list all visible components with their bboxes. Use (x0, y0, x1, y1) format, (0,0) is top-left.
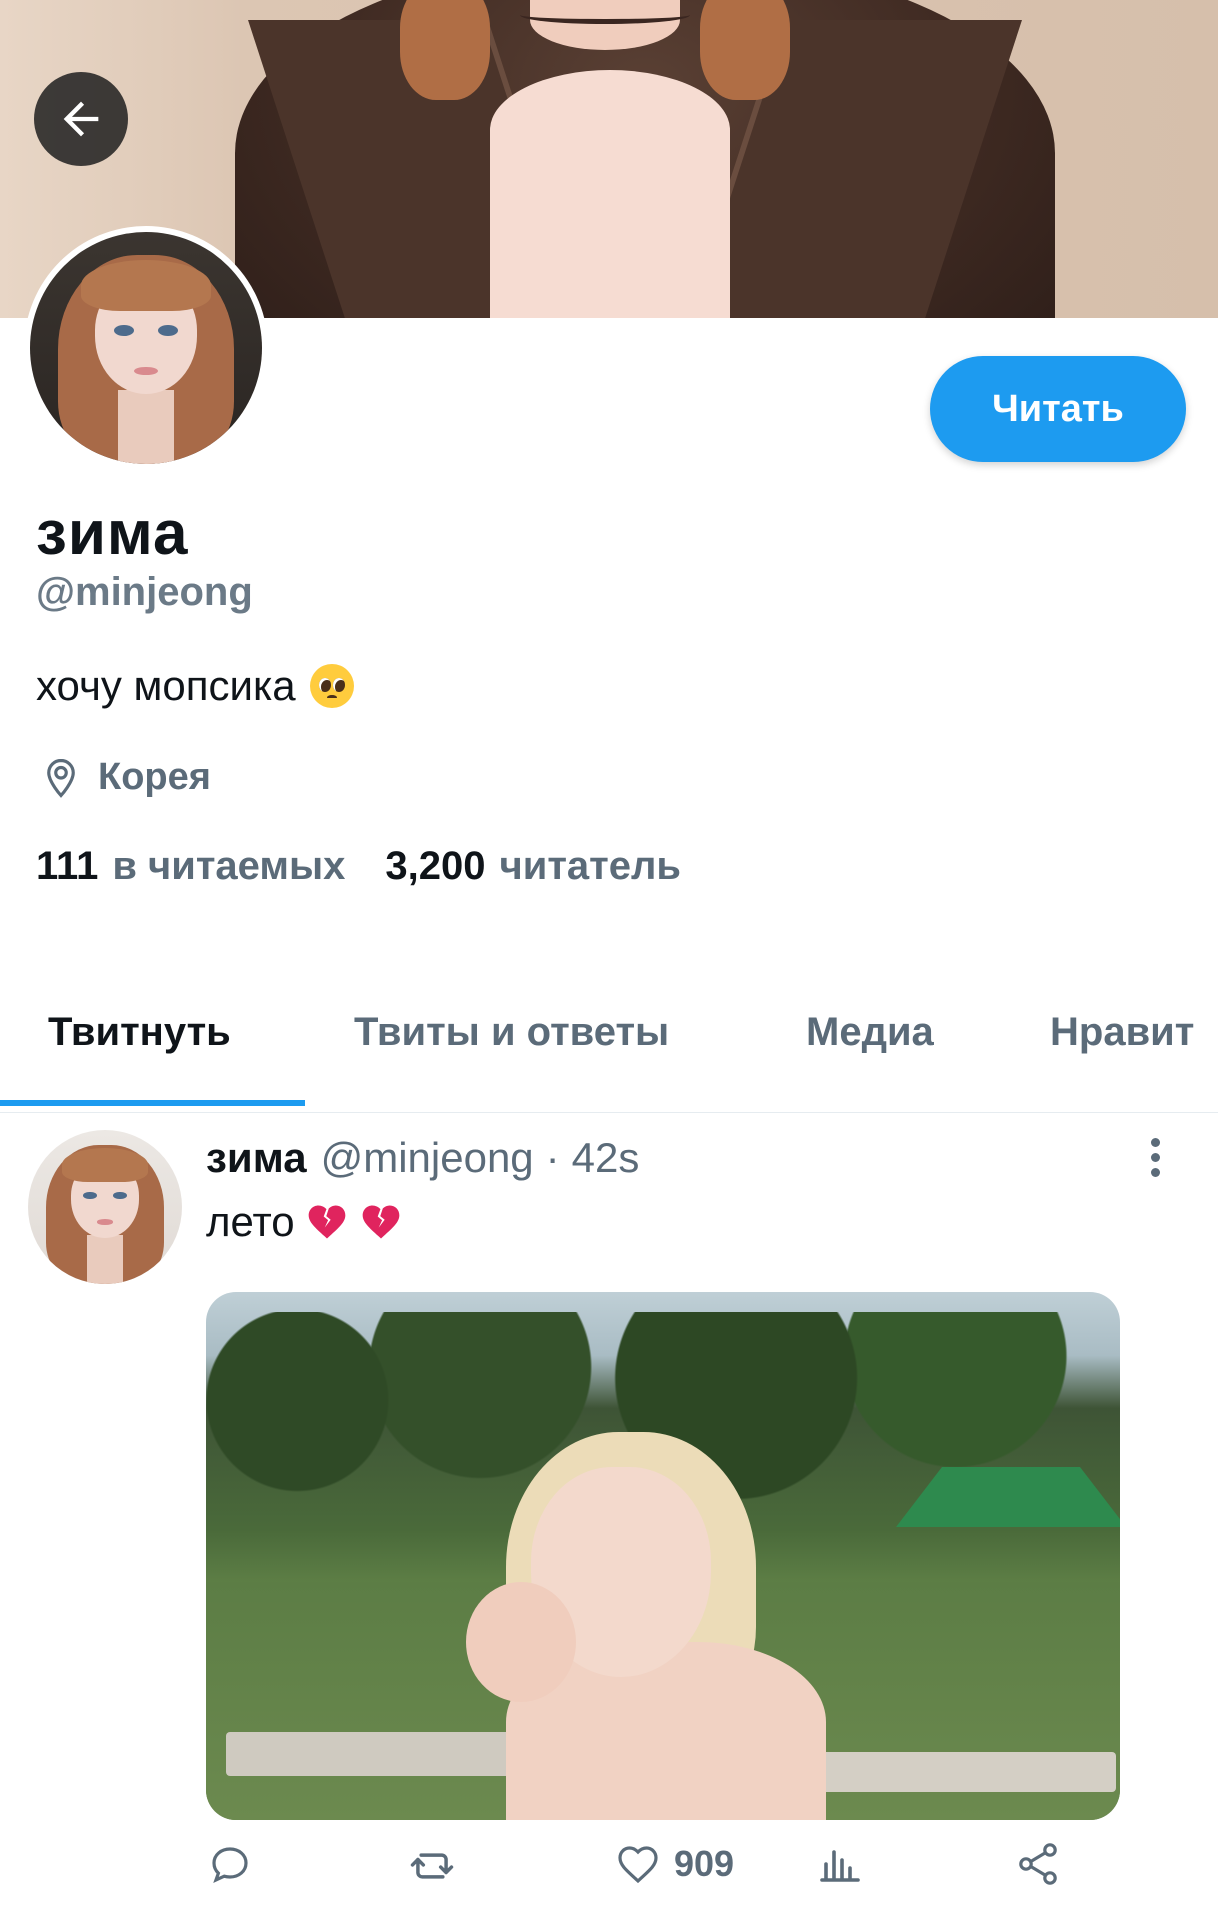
tweet-header: зима @minjeong · 42s (206, 1134, 639, 1182)
share-icon (1019, 1843, 1057, 1885)
tweet-media-image[interactable] (206, 1292, 1120, 1820)
broken-heart-emoji (362, 1205, 399, 1239)
views-button[interactable] (816, 1840, 864, 1888)
avatar-lips (134, 366, 158, 375)
image-person-hand (466, 1582, 576, 1702)
views-icon (820, 1850, 860, 1882)
tweet-author-handle[interactable]: @minjeong (321, 1134, 534, 1182)
image-bench-right (806, 1752, 1116, 1792)
tweet-avatar-lips (97, 1219, 113, 1225)
tweet-actions: 909 (206, 1840, 1086, 1900)
banner-choker (520, 6, 690, 24)
tweet-text: лето (206, 1198, 403, 1246)
back-button[interactable] (34, 72, 128, 166)
follow-button[interactable]: Читать (930, 356, 1186, 462)
retweet-icon (410, 1853, 454, 1879)
profile-bio: хочу мопсика (36, 662, 354, 710)
arrow-left-icon (63, 101, 99, 137)
tab-active-indicator (0, 1100, 305, 1106)
tab-tweets-replies[interactable]: Твиты и ответы (354, 1010, 669, 1055)
banner-hair-left (400, 0, 490, 100)
share-button[interactable] (1014, 1840, 1062, 1888)
tweet-avatar-eye-right (112, 1191, 127, 1200)
tab-media[interactable]: Медиа (806, 1010, 934, 1055)
tweet-text-content: лето (206, 1198, 295, 1245)
tab-likes[interactable]: Нравит (1050, 1010, 1194, 1055)
tweet-author-name[interactable]: зима (206, 1134, 307, 1182)
pleading-face-emoji (309, 664, 354, 708)
followers-label[interactable]: читатель (500, 844, 681, 889)
heart-icon (618, 1846, 658, 1884)
location-pin-icon (47, 758, 75, 798)
followers-count[interactable]: 3,200 (385, 844, 485, 889)
tweet-separator: · (545, 1134, 560, 1181)
profile-location: Корея (40, 756, 211, 799)
avatar-bangs (81, 259, 211, 311)
location-text: Корея (98, 756, 211, 798)
banner-shirt (490, 70, 730, 318)
tweet-time[interactable]: 42s (572, 1134, 640, 1182)
like-count: 909 (674, 1843, 735, 1884)
tweet-avatar-neck (86, 1234, 124, 1284)
tweet-avatar[interactable] (28, 1130, 182, 1284)
like-button[interactable]: 909 (614, 1840, 734, 1888)
bio-text: хочу мопсика (36, 662, 296, 709)
profile-handle: @minjeong (36, 570, 253, 614)
profile-stats: 111 в читаемых 3,200 читатель (36, 844, 721, 889)
tweet-avatar-bangs (61, 1148, 149, 1183)
profile-display-name: зима (36, 499, 189, 568)
tabs-divider (0, 1112, 1218, 1113)
broken-heart-emoji (308, 1205, 345, 1239)
tab-tweets[interactable]: Твитнуть (48, 1010, 231, 1055)
retweet-button[interactable] (406, 1840, 458, 1892)
avatar-neck (118, 389, 174, 464)
reply-button[interactable] (206, 1840, 254, 1888)
more-vertical-icon[interactable] (1140, 1134, 1170, 1184)
profile-tabs: Твитнуть Твиты и ответы Медиа Нравит (0, 990, 1218, 1106)
banner-hair-right (700, 0, 790, 100)
following-count[interactable]: 111 (36, 844, 98, 889)
avatar-image (30, 232, 262, 464)
profile-avatar[interactable] (24, 226, 268, 470)
following-label[interactable]: в читаемых (112, 844, 345, 889)
reply-icon (212, 1847, 248, 1884)
